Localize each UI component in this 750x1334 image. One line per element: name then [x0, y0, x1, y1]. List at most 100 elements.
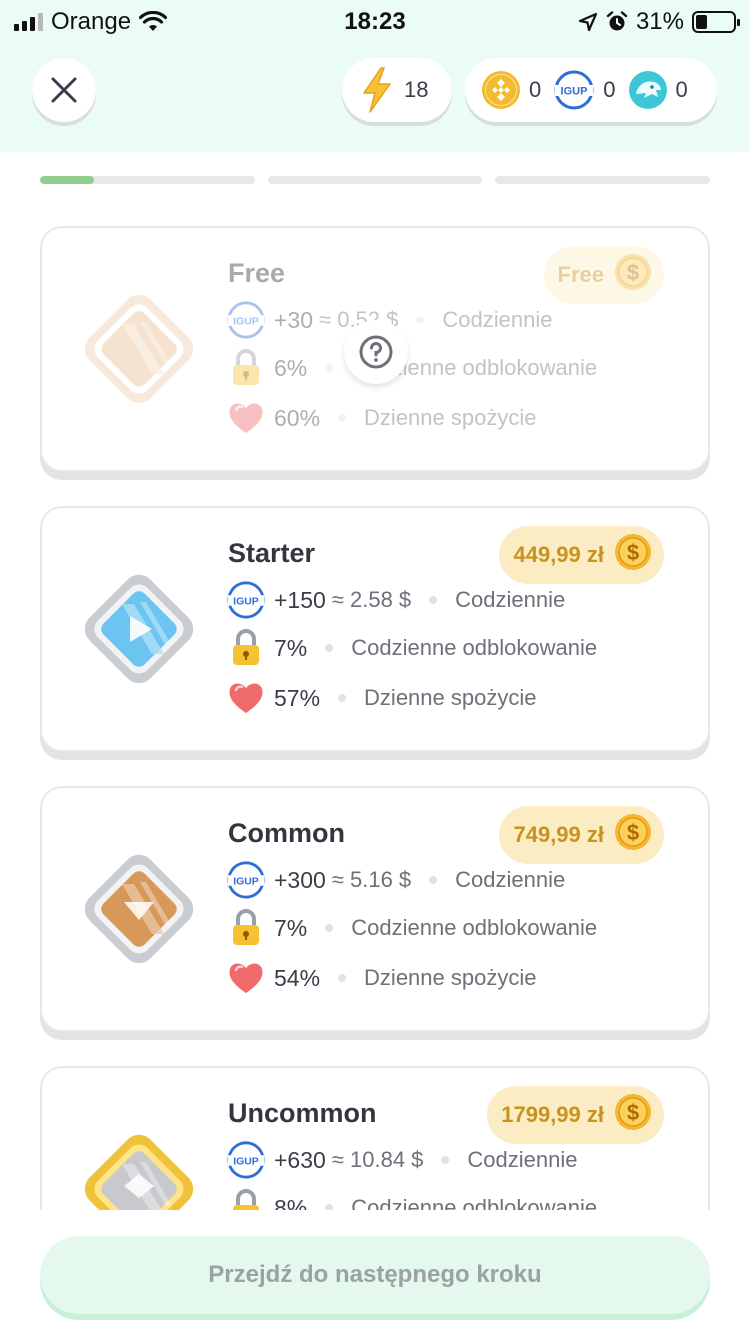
- tier-name: Starter: [228, 538, 316, 568]
- unlock-label: Codzienne odblokowanie: [351, 915, 598, 940]
- panther-coin-icon: [628, 71, 667, 109]
- lock-icon: [226, 628, 266, 668]
- reward-label: Codziennie: [455, 587, 566, 612]
- progress-step: [267, 176, 483, 184]
- location-arrow-icon: [578, 12, 598, 32]
- heart-icon: [226, 958, 266, 998]
- svg-text:$: $: [627, 540, 639, 565]
- reward-value: +630: [274, 1146, 326, 1173]
- separator-dot: [416, 316, 425, 324]
- reward-value: +300: [274, 866, 326, 893]
- unlock-value: 7%: [274, 914, 308, 941]
- consumption-value: 54%: [274, 964, 321, 991]
- svg-text:IGUP: IGUP: [233, 876, 259, 887]
- unlock-value: 8%: [274, 1194, 308, 1211]
- unlock-label: Codzienne odblokowanie: [351, 1195, 598, 1210]
- separator-dot: [441, 1156, 450, 1164]
- energy-value: 18: [404, 77, 429, 102]
- reward-usd: ≈ 2.58 $: [331, 587, 412, 612]
- bnb-balance: 0: [529, 77, 542, 102]
- dollar-coin-icon: $: [614, 1093, 652, 1137]
- price-button[interactable]: 449,99 zł $: [499, 526, 664, 584]
- lightning-icon: [363, 67, 391, 113]
- price-button[interactable]: 1799,99 zł $: [487, 1086, 664, 1144]
- unlock-row: 7% Codzienne odblokowanie: [226, 908, 597, 948]
- igup-coin-icon: IGUP: [554, 70, 594, 110]
- consumption-value: 60%: [274, 404, 321, 431]
- reward-row: IGUP +150 ≈ 2.58 $ Codziennie: [226, 580, 565, 620]
- lock-icon: [226, 1188, 266, 1210]
- consumption-row: 57% Dzienne spożycie: [226, 678, 536, 718]
- currency-balances[interactable]: 0 IGUP 0 0: [465, 58, 717, 122]
- separator-dot: [325, 364, 334, 372]
- svg-text:IGUP: IGUP: [561, 86, 588, 98]
- tier-list[interactable]: Free Free $ IGUP +30 ≈ 0.52 $ Codziennie 6% Codz…: [0, 200, 750, 1210]
- next-step-button[interactable]: Przejdź do następnego kroku: [40, 1236, 710, 1314]
- reward-label: Codziennie: [455, 867, 566, 892]
- status-bar: Orange 18:23 31%: [0, 0, 750, 42]
- close-button[interactable]: [32, 58, 96, 122]
- progress-fill: [40, 176, 94, 184]
- dollar-coin-icon: $: [614, 813, 652, 857]
- price-label: Free: [557, 262, 604, 287]
- reward-usd: ≈ 10.84 $: [331, 1147, 424, 1172]
- svg-text:$: $: [627, 260, 639, 285]
- progress-step: [495, 176, 711, 184]
- igup-icon: IGUP: [226, 1140, 266, 1180]
- alarm-icon: [606, 11, 628, 31]
- svg-text:$: $: [627, 820, 639, 845]
- tier-card-uncommon[interactable]: Uncommon 1799,99 zł $ IGUP +630 ≈ 10.84 $ Codz…: [40, 1066, 710, 1210]
- reward-row: IGUP +300 ≈ 5.16 $ Codziennie: [226, 860, 565, 900]
- heart-icon: [226, 678, 266, 718]
- unlock-value: 6%: [274, 354, 308, 381]
- tier-gem-icon: [74, 564, 204, 694]
- separator-dot: [325, 924, 334, 932]
- svg-text:IGUP: IGUP: [233, 316, 259, 327]
- igup-balance: 0: [603, 77, 616, 102]
- close-icon: [51, 77, 77, 103]
- igup-icon: IGUP: [226, 300, 266, 340]
- svg-text:IGUP: IGUP: [233, 596, 259, 607]
- reward-usd: ≈ 5.16 $: [331, 867, 412, 892]
- igup-icon: IGUP: [226, 860, 266, 900]
- consumption-label: Dzienne spożycie: [364, 965, 537, 990]
- tier-name: Free: [228, 258, 286, 288]
- energy-counter[interactable]: 18: [342, 58, 452, 122]
- tier-card-starter[interactable]: Starter 449,99 zł $ IGUP +150 ≈ 2.58 $ Codzien…: [40, 506, 710, 752]
- igup-icon: IGUP: [226, 580, 266, 620]
- tier-gem-icon: [74, 1124, 204, 1210]
- question-icon: [359, 335, 393, 369]
- dollar-coin-icon: $: [614, 253, 652, 297]
- tier-name: Common: [228, 818, 345, 848]
- consumption-label: Dzienne spożycie: [364, 685, 537, 710]
- consumption-row: 54% Dzienne spożycie: [226, 958, 536, 998]
- dollar-coin-icon: $: [614, 533, 652, 577]
- help-button[interactable]: [344, 320, 408, 384]
- reward-label: Codziennie: [442, 307, 553, 332]
- bnb-coin-icon: [482, 71, 520, 109]
- unlock-value: 7%: [274, 634, 308, 661]
- progress-step: [40, 176, 255, 184]
- reward-value: +150: [274, 586, 326, 613]
- price-button[interactable]: 749,99 zł $: [499, 806, 664, 864]
- tier-gem-icon: [74, 284, 204, 414]
- separator-dot: [325, 644, 334, 652]
- reward-label: Codziennie: [467, 1147, 578, 1172]
- lock-icon: [226, 348, 266, 388]
- tier-card-free[interactable]: Free Free $ IGUP +30 ≈ 0.52 $ Codziennie 6% Codz…: [40, 226, 710, 472]
- header-area: Orange 18:23 31% 18 0 IGUP 0 0: [0, 0, 750, 152]
- reward-value: +30: [274, 306, 314, 333]
- unlock-row: 8% Codzienne odblokowanie: [226, 1188, 597, 1210]
- battery-percent: 31%: [635, 8, 684, 35]
- price-button[interactable]: Free $: [543, 246, 664, 304]
- price-label: 1799,99 zł: [501, 1102, 604, 1127]
- price-label: 449,99 zł: [513, 542, 604, 567]
- battery-icon: [692, 11, 740, 33]
- tier-card-common[interactable]: Common 749,99 zł $ IGUP +300 ≈ 5.16 $ Codzienn…: [40, 786, 710, 1032]
- separator-dot: [325, 1204, 334, 1210]
- consumption-label: Dzienne spożycie: [364, 405, 537, 430]
- unlock-label: Codzienne odblokowanie: [351, 635, 598, 660]
- lock-icon: [226, 908, 266, 948]
- tier-gem-icon: [74, 844, 204, 974]
- unlock-row: 7% Codzienne odblokowanie: [226, 628, 597, 668]
